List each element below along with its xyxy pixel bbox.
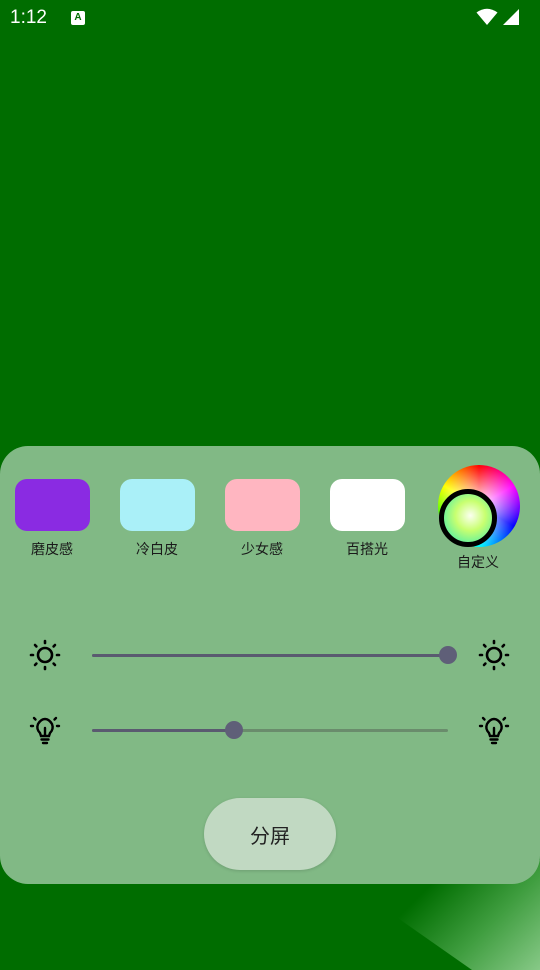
wifi-icon bbox=[476, 8, 498, 25]
light-track-fill bbox=[92, 729, 235, 732]
light-track[interactable] bbox=[92, 721, 448, 739]
light-slider-row bbox=[0, 710, 540, 750]
brightness-slider-row bbox=[0, 635, 540, 675]
sun-icon bbox=[478, 639, 510, 671]
preset-label: 百搭光 bbox=[346, 542, 388, 558]
a11y-icon: A bbox=[71, 11, 85, 25]
signal-icon bbox=[503, 9, 519, 25]
preset-all-match[interactable]: 百搭光 bbox=[329, 479, 405, 559]
preset-swatch[interactable] bbox=[14, 479, 90, 531]
color-wheel-icon[interactable] bbox=[438, 465, 520, 547]
light-thumb[interactable] bbox=[225, 721, 244, 739]
preset-cool-white[interactable]: 冷白皮 bbox=[119, 479, 195, 559]
preset-girl[interactable]: 少女感 bbox=[224, 479, 300, 559]
beauty-panel: 磨皮感 冷白皮 少女感 百搭光 自定义 分屏 bbox=[0, 446, 540, 884]
status-time: 1:12 bbox=[10, 7, 47, 28]
preset-smooth[interactable]: 磨皮感 bbox=[14, 479, 90, 559]
preset-swatch[interactable] bbox=[119, 479, 195, 531]
preset-swatch[interactable] bbox=[224, 479, 300, 531]
custom-label: 自定义 bbox=[457, 555, 499, 571]
lightbulb-icon bbox=[478, 716, 510, 745]
preset-label: 少女感 bbox=[241, 542, 283, 558]
preset-custom[interactable]: 自定义 bbox=[438, 465, 522, 572]
preset-label: 磨皮感 bbox=[31, 542, 73, 558]
split-screen-button[interactable]: 分屏 bbox=[204, 798, 336, 870]
brightness-thumb[interactable] bbox=[439, 646, 457, 664]
brightness-track-fill bbox=[92, 654, 448, 657]
brightness-track[interactable] bbox=[92, 646, 457, 664]
lightbulb-icon bbox=[29, 716, 61, 745]
status-bar: 1:12 A bbox=[0, 0, 540, 36]
preset-label: 冷白皮 bbox=[136, 542, 178, 558]
sun-icon bbox=[29, 639, 61, 671]
preset-swatch[interactable] bbox=[329, 479, 405, 531]
color-picker-handle[interactable] bbox=[439, 489, 497, 547]
